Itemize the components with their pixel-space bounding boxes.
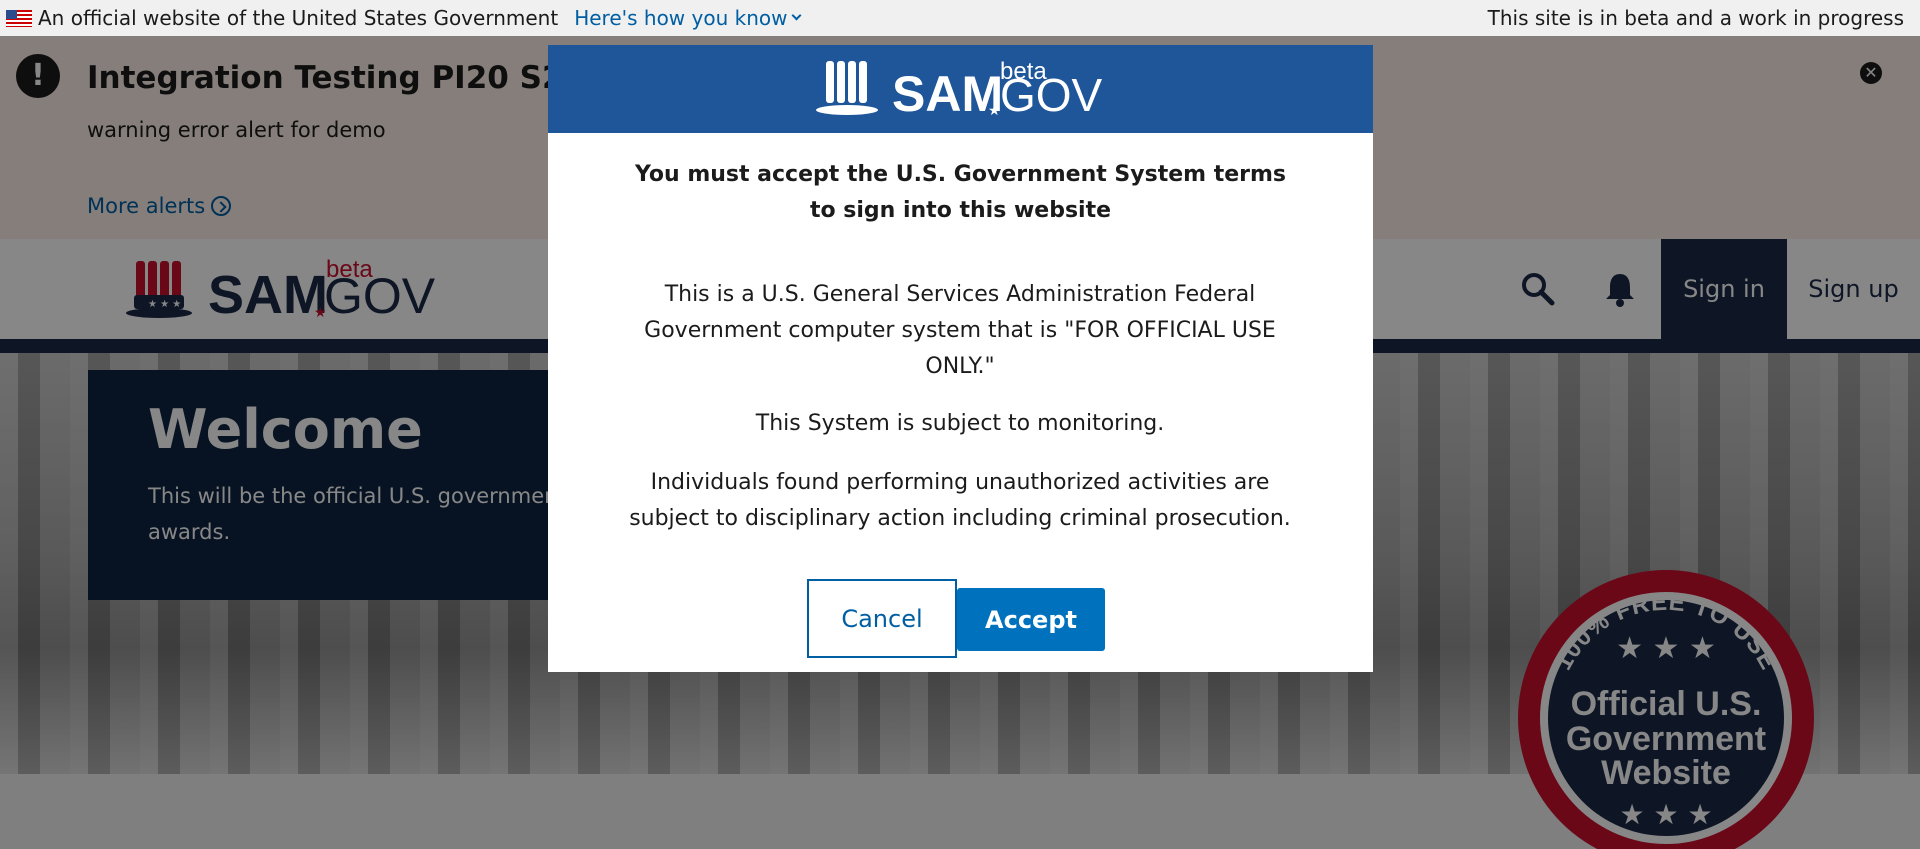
official-site-text: An official website of the United States… xyxy=(38,6,559,30)
svg-text:beta: beta xyxy=(1000,58,1047,85)
sam-logo-white: SAM GOV beta ★ xyxy=(815,58,1102,122)
gov-banner: An official website of the United States… xyxy=(0,0,1920,36)
how-you-know-label: Here's how you know xyxy=(574,6,788,30)
terms-paragraph-official-use: This is a U.S. General Services Administ… xyxy=(644,282,1276,379)
modal-heading: You must accept the U.S. Government Syst… xyxy=(548,157,1373,229)
us-flag-icon xyxy=(6,9,32,27)
svg-text:SAM: SAM xyxy=(892,66,1003,122)
svg-text:★: ★ xyxy=(988,103,1001,119)
chevron-down-icon xyxy=(792,10,802,21)
how-you-know-link[interactable]: Here's how you know xyxy=(574,6,802,30)
terms-modal: SAM GOV beta ★ You must accept the U.S. … xyxy=(548,45,1373,672)
beta-notice: This site is in beta and a work in progr… xyxy=(1487,6,1904,30)
terms-paragraph-monitoring: This System is subject to monitoring. xyxy=(755,411,1165,436)
modal-heading-line2: to sign into this website xyxy=(809,198,1112,223)
modal-header: SAM GOV beta ★ xyxy=(548,45,1373,133)
terms-paragraph-prosecution: Individuals found performing unauthorize… xyxy=(629,470,1291,531)
modal-heading-line1: You must accept the U.S. Government Syst… xyxy=(634,162,1287,187)
cancel-button[interactable]: Cancel xyxy=(807,579,957,658)
modal-actions: Cancel Accept xyxy=(807,579,1105,658)
accept-button[interactable]: Accept xyxy=(957,588,1105,651)
